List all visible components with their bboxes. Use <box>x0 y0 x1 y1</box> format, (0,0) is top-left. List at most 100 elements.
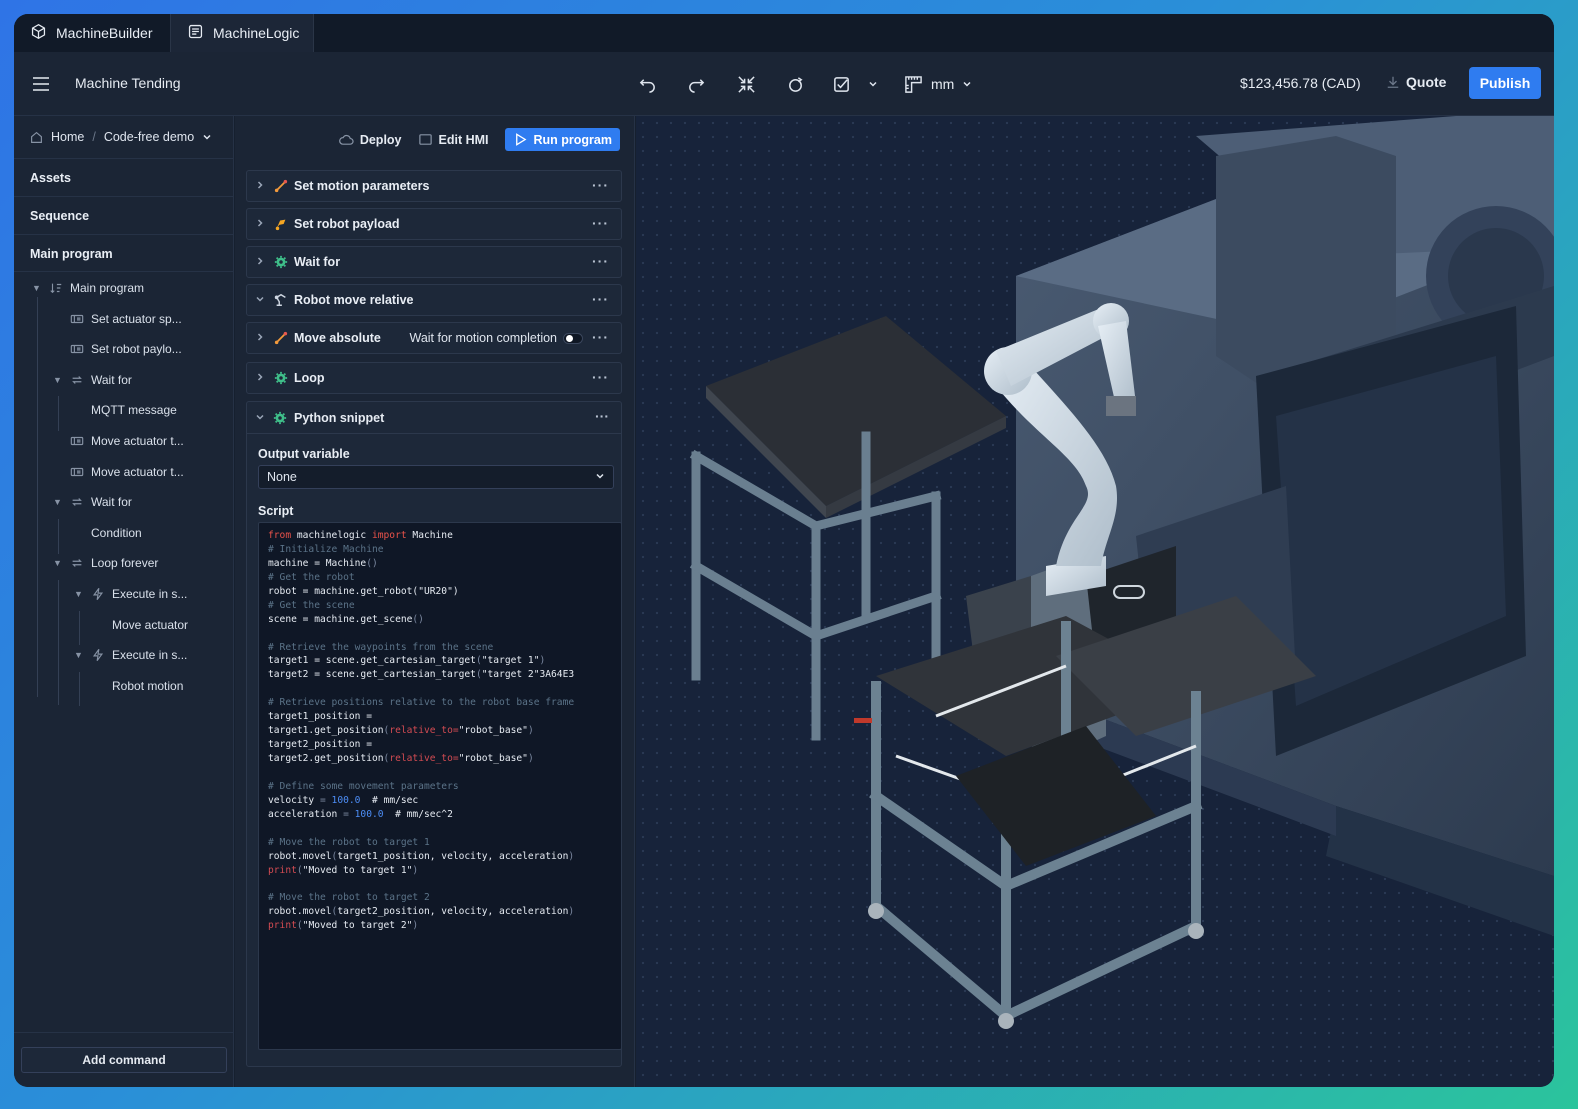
tree-item[interactable]: Set robot paylo... <box>53 334 182 364</box>
code-token: ) <box>527 725 534 737</box>
loop-icon <box>70 373 84 387</box>
caret-down-icon[interactable]: ▼ <box>32 283 42 293</box>
list-icon <box>187 23 204 43</box>
more-options-icon[interactable]: ··· <box>592 370 609 384</box>
home-icon <box>31 131 42 143</box>
tree-item-label: Move actuator t... <box>91 434 184 448</box>
loop-icon <box>70 495 84 509</box>
tab-machinelogic[interactable]: MachineLogic <box>170 14 314 52</box>
part-cart[interactable] <box>854 596 1316 1029</box>
wait-for-motion-toggle[interactable] <box>563 333 583 344</box>
program-step[interactable]: Wait for ··· <box>246 246 622 278</box>
breadcrumb-current[interactable]: Code-free demo <box>104 130 194 144</box>
code-token: ) <box>412 920 419 932</box>
more-options-icon[interactable]: ··· <box>592 216 609 230</box>
program-step[interactable]: Robot move relative ··· <box>246 284 622 316</box>
section-assets[interactable]: Assets <box>14 158 234 196</box>
3d-viewport[interactable] <box>636 116 1554 1087</box>
edit-hmi-button[interactable]: Edit HMI <box>418 132 489 147</box>
code-token: target2_position, velocity, acceleration <box>337 906 569 918</box>
run-program-button[interactable]: Run program <box>504 128 620 151</box>
program-step[interactable]: Move absolute Wait for motion completion ·… <box>246 322 622 354</box>
tree-item[interactable]: ▼ Execute in s... <box>74 579 187 609</box>
tab-machinebuilder[interactable]: MachineBuilder <box>14 14 170 52</box>
code-line: target2 = scene.get_cartesian_target("ta… <box>268 668 612 682</box>
tree-item[interactable]: MQTT message <box>74 395 177 425</box>
section-main-program[interactable]: Main program <box>14 234 234 272</box>
output-variable-value: None <box>267 470 297 484</box>
tree-item[interactable]: Move actuator t... <box>53 426 184 456</box>
caret-down-icon[interactable]: ▼ <box>74 650 84 660</box>
tree-item[interactable]: Condition <box>74 518 142 548</box>
caret-down-icon[interactable]: ▼ <box>53 558 63 568</box>
chevron-right-icon[interactable] <box>247 180 273 193</box>
tree-item[interactable]: ▼ Execute in s... <box>74 640 187 670</box>
app-window: MachineBuilder MachineLogic Machine Tend… <box>14 14 1554 1087</box>
hamburger-menu-icon[interactable] <box>32 74 50 94</box>
publish-button[interactable]: Publish <box>1469 67 1541 99</box>
units-label: mm <box>931 76 955 92</box>
chevron-down-icon[interactable] <box>202 132 212 142</box>
more-options-icon[interactable]: ··· <box>592 292 609 306</box>
output-variable-select[interactable]: None <box>258 465 614 489</box>
python-snippet-header[interactable]: Python snippet ··· <box>247 402 621 434</box>
chevron-right-icon[interactable] <box>247 218 273 231</box>
breadcrumb-home[interactable]: Home <box>51 130 84 144</box>
tree-item[interactable]: ▼ Loop forever <box>53 548 158 578</box>
program-step[interactable]: Loop ··· <box>246 362 622 394</box>
chevron-right-icon[interactable] <box>247 332 273 345</box>
tree-item[interactable]: Move actuator t... <box>53 457 184 487</box>
chevron-down-icon <box>963 81 971 87</box>
tree-item[interactable]: Set actuator sp... <box>53 304 182 334</box>
more-options-icon[interactable]: ··· <box>595 409 609 423</box>
python-snippet-label: Python snippet <box>294 410 385 425</box>
divider <box>14 1032 234 1033</box>
chevron-down-icon[interactable] <box>247 294 273 307</box>
caret-down-icon[interactable]: ▼ <box>74 589 84 599</box>
redo-icon[interactable] <box>682 70 710 98</box>
quote-button[interactable]: Quote <box>1386 74 1446 90</box>
code-token: # Retrieve positions relative to the rob… <box>268 697 575 709</box>
more-options-icon[interactable]: ··· <box>592 254 609 268</box>
units-selector[interactable]: mm <box>904 72 972 96</box>
add-command-button[interactable]: Add command <box>21 1047 227 1073</box>
code-token: # Retrieve the waypoints from the scene <box>268 641 494 653</box>
tree-item[interactable]: ▼ Main program <box>32 273 144 303</box>
chevron-down-icon[interactable] <box>247 411 273 425</box>
machine-scene-illustration[interactable] <box>636 116 1554 1087</box>
code-token: # Get the robot <box>268 571 355 583</box>
app-tab-bar: MachineBuilder MachineLogic <box>14 14 1554 52</box>
code-token: target2 = scene.get_cartesian_target <box>268 669 476 681</box>
check-dropdown-icon[interactable] <box>832 70 878 98</box>
rotate-icon[interactable] <box>781 70 809 98</box>
output-variable-label: Output variable <box>258 447 350 461</box>
caret-down-icon[interactable]: ▼ <box>53 497 63 507</box>
code-line: print("Moved to target 2") <box>268 919 612 933</box>
deploy-button[interactable]: Deploy <box>338 132 402 147</box>
gear-icon <box>273 254 289 270</box>
code-token: "target 1" <box>481 655 540 667</box>
script-editor[interactable]: from machinelogic import Machine # Initia… <box>258 522 622 1050</box>
program-step[interactable]: Set robot payload ··· <box>246 208 622 240</box>
tree-item[interactable]: ▼ Wait for <box>53 365 132 395</box>
section-sequence[interactable]: Sequence <box>14 196 234 234</box>
left-sidebar: Home / Code-free demo Assets Sequence Ma… <box>14 116 234 1087</box>
chevron-right-icon[interactable] <box>247 256 273 269</box>
caret-down-icon[interactable]: ▼ <box>53 375 63 385</box>
more-options-icon[interactable]: ··· <box>592 178 609 192</box>
tree-item[interactable]: Robot motion <box>95 671 183 701</box>
code-token: machinelogic <box>291 530 372 541</box>
code-line: machine = Machine() <box>268 557 612 571</box>
tree-item[interactable]: ▼ Wait for <box>53 487 132 517</box>
program-step-label: Robot move relative <box>294 293 414 307</box>
code-token: Machine <box>406 530 453 541</box>
collapse-icon[interactable] <box>732 70 760 98</box>
tree-item[interactable]: Move actuator <box>95 610 188 640</box>
undo-icon[interactable] <box>633 70 661 98</box>
chevron-right-icon[interactable] <box>247 372 273 385</box>
more-options-icon[interactable]: ··· <box>592 330 609 344</box>
program-step[interactable]: Set motion parameters ··· <box>246 170 622 202</box>
